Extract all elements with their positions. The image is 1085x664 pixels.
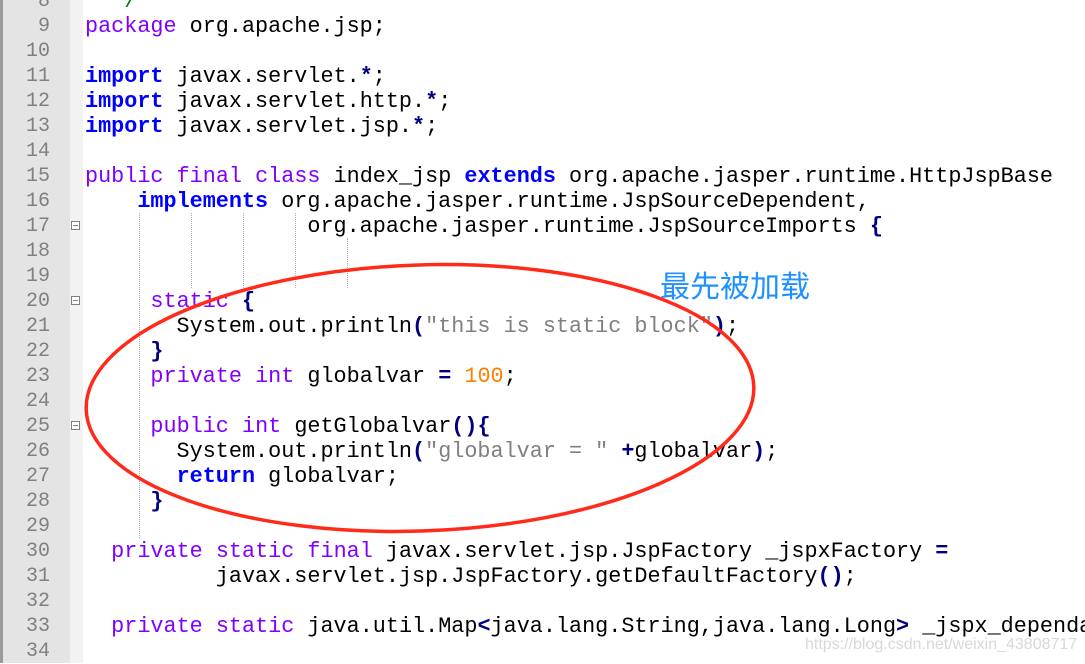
- annotation-ellipse: [84, 262, 756, 534]
- annotation-text: 最先被加载: [660, 270, 810, 305]
- watermark: https://blog.csdn.net/weixin_43808717: [805, 636, 1078, 653]
